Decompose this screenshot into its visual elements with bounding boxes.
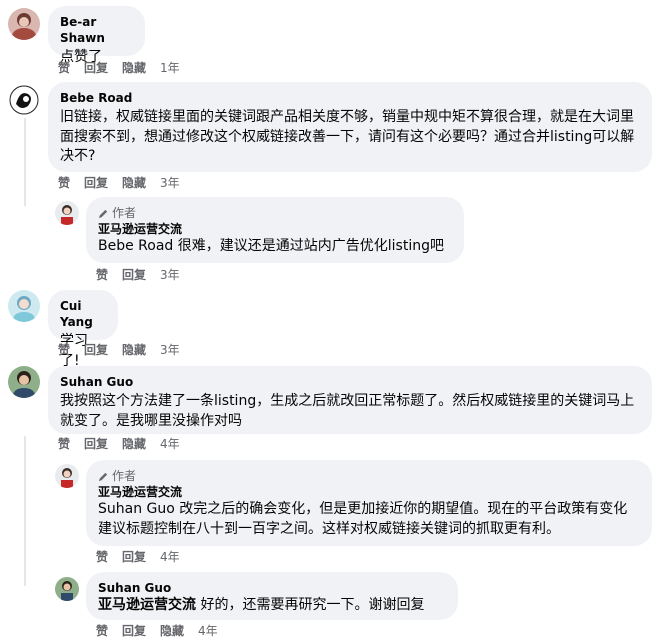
comment-bubble: Suhan Guo 我按照这个方法建了一条listing，生成之后就改回正常标题…: [48, 366, 652, 434]
timestamp[interactable]: 3年: [160, 175, 180, 191]
commenter-name[interactable]: Be-ar Shawn: [60, 14, 133, 46]
hide-button[interactable]: 隐藏: [122, 436, 146, 452]
comment-actions: 赞 回复 隐藏 4年: [58, 436, 194, 452]
comment-actions: 赞 回复 隐藏 3年: [58, 342, 194, 358]
mention[interactable]: Suhan Guo: [98, 501, 175, 517]
reply-text: Bebe Road 很难，建议还是通过站内广告优化listing吧: [98, 237, 452, 257]
like-button[interactable]: 赞: [58, 175, 70, 191]
commenter-name[interactable]: Cui Yang: [60, 298, 106, 330]
mention[interactable]: 亚马逊运营交流: [98, 597, 196, 613]
hide-button[interactable]: 隐藏: [122, 175, 146, 191]
avatar[interactable]: [8, 290, 40, 322]
comment-bubble: Bebe Road 旧链接，权威链接里面的关键词跟产品相关度不够，销量中规中矩不…: [48, 82, 652, 172]
author-tag-label: 作者: [112, 206, 137, 220]
like-button[interactable]: 赞: [58, 60, 70, 76]
reply-body: 改完之后的确会变化，但是更加接近你的期望值。现在的平台政策有变化建议标题控制在八…: [98, 501, 628, 537]
reply-button[interactable]: 回复: [122, 549, 146, 565]
reply-button[interactable]: 回复: [84, 60, 108, 76]
avatar[interactable]: [55, 464, 79, 488]
reply-text: 亚马逊运营交流 好的，还需要再研究一下。谢谢回复: [98, 596, 446, 616]
avatar[interactable]: [55, 201, 79, 225]
timestamp[interactable]: 4年: [160, 436, 180, 452]
reply-button[interactable]: 回复: [84, 436, 108, 452]
reply-body: 好的，还需要再研究一下。谢谢回复: [196, 597, 425, 613]
timestamp[interactable]: 3年: [160, 342, 180, 358]
timestamp[interactable]: 4年: [160, 549, 180, 565]
like-button[interactable]: 赞: [96, 623, 108, 639]
timestamp[interactable]: 4年: [198, 623, 218, 639]
author-badge: 作者: [98, 205, 452, 221]
commenter-name[interactable]: Bebe Road: [60, 90, 640, 106]
commenter-name[interactable]: Suhan Guo: [60, 374, 640, 390]
hide-button[interactable]: 隐藏: [160, 623, 184, 639]
reply-text: Suhan Guo 改完之后的确会变化，但是更加接近你的期望值。现在的平台政策有…: [98, 500, 640, 539]
reply-actions: 赞 回复 3年: [96, 267, 194, 283]
author-badge: 作者: [98, 468, 640, 484]
reply-actions: 赞 回复 隐藏 4年: [96, 623, 232, 639]
reply-bubble: 作者 亚马逊运营交流 Suhan Guo 改完之后的确会变化，但是更加接近你的期…: [86, 460, 652, 546]
pen-icon: [98, 209, 108, 218]
like-button[interactable]: 赞: [58, 436, 70, 452]
thread-line: [24, 436, 26, 586]
reply-actions: 赞 回复 4年: [96, 549, 194, 565]
commenter-name[interactable]: 亚马逊运营交流: [98, 484, 640, 500]
thread-line: [24, 118, 26, 206]
author-tag-label: 作者: [112, 469, 137, 483]
like-button[interactable]: 赞: [58, 342, 70, 358]
commenter-name[interactable]: Suhan Guo: [98, 580, 446, 596]
reply-button[interactable]: 回复: [84, 342, 108, 358]
reply-button[interactable]: 回复: [122, 267, 146, 283]
comment-bubble: Cui Yang 学习了!: [48, 290, 118, 369]
comment-text: 旧链接，权威链接里面的关键词跟产品相关度不够，销量中规中矩不算很合理，就是在大词…: [60, 109, 635, 164]
comment-actions: 赞 回复 隐藏 1年: [58, 60, 194, 76]
comment-bubble: Be-ar Shawn 点赞了: [48, 6, 145, 65]
hide-button[interactable]: 隐藏: [122, 342, 146, 358]
timestamp[interactable]: 1年: [160, 60, 180, 76]
like-button[interactable]: 赞: [96, 549, 108, 565]
mention[interactable]: Bebe Road: [98, 238, 173, 254]
avatar[interactable]: [8, 366, 40, 398]
pen-icon: [98, 472, 108, 481]
avatar[interactable]: [55, 577, 79, 601]
reply-bubble: Suhan Guo 亚马逊运营交流 好的，还需要再研究一下。谢谢回复: [86, 572, 458, 620]
timestamp[interactable]: 3年: [160, 267, 180, 283]
reply-body: 很难，建议还是通过站内广告优化listing吧: [173, 238, 444, 254]
avatar[interactable]: [8, 84, 40, 116]
reply-bubble: 作者 亚马逊运营交流 Bebe Road 很难，建议还是通过站内广告优化list…: [86, 197, 464, 263]
commenter-name[interactable]: 亚马逊运营交流: [98, 221, 452, 237]
avatar[interactable]: [8, 8, 40, 40]
hide-button[interactable]: 隐藏: [122, 60, 146, 76]
reply-button[interactable]: 回复: [122, 623, 146, 639]
comment-text: 我按照这个方法建了一条listing，生成之后就改回正常标题了。然后权威链接里的…: [60, 393, 635, 429]
like-button[interactable]: 赞: [96, 267, 108, 283]
comment-actions: 赞 回复 隐藏 3年: [58, 175, 194, 191]
reply-button[interactable]: 回复: [84, 175, 108, 191]
